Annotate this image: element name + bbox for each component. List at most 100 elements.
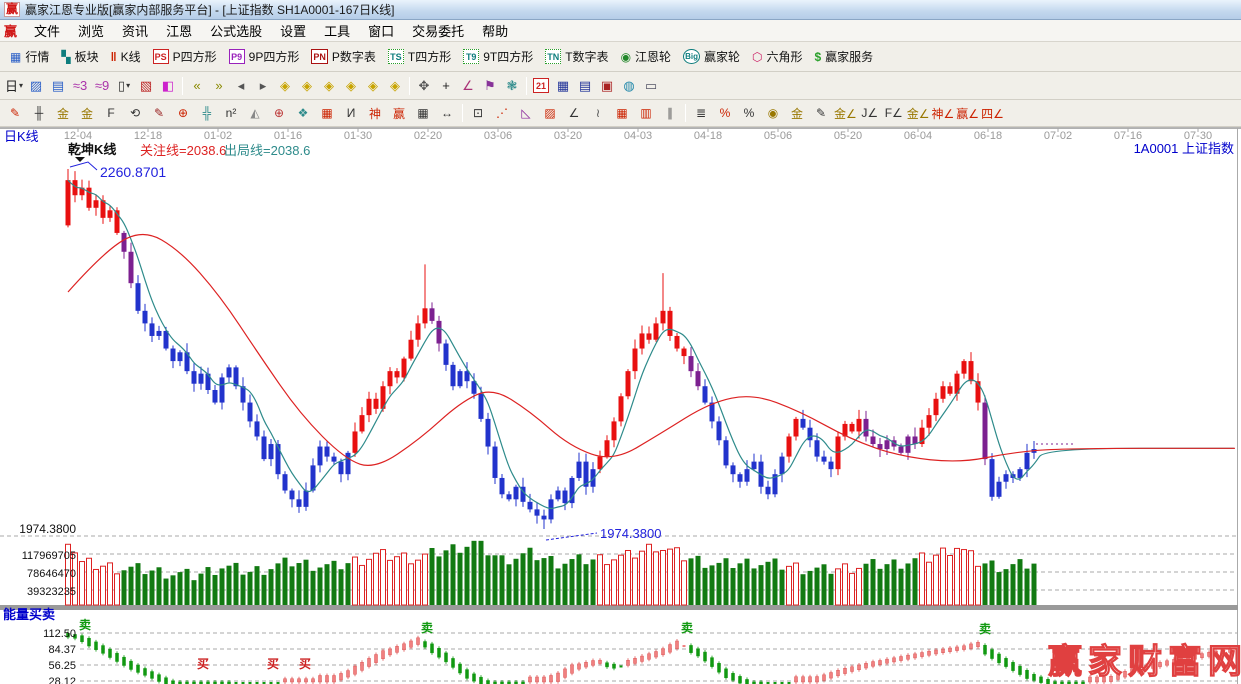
gann-diamond-right-icon[interactable]: ◈ (296, 75, 318, 97)
wave9-icon[interactable]: ≈9 (91, 75, 113, 97)
print-button[interactable]: ▭ (640, 75, 662, 97)
fan-shade-tool[interactable]: ▨ (538, 103, 562, 123)
gold-angle-tool[interactable]: 金∠ (833, 103, 858, 123)
gold2-angle-tool[interactable]: 金∠ (906, 103, 931, 123)
square-n2-tool[interactable]: n² (219, 103, 243, 123)
menu-item-9[interactable]: 帮助 (473, 22, 517, 41)
box-range-tool[interactable]: ⊡ (466, 103, 490, 123)
si-angle-tool[interactable]: 四∠ (980, 103, 1005, 123)
gold-ratio-tool[interactable]: 金 (51, 103, 75, 123)
red-fan-tool[interactable]: ⋰ (490, 103, 514, 123)
j-angle-tool[interactable]: J∠ (858, 103, 882, 123)
volume-profile-icon[interactable]: ◧ (157, 75, 179, 97)
calendar-button[interactable]: 21 (530, 75, 552, 97)
menu-item-0[interactable]: 文件 (25, 22, 69, 41)
brush-tool[interactable]: ✎ (147, 103, 171, 123)
t-square-button[interactable]: TST四方形 (382, 45, 457, 68)
dense-grid-tool[interactable]: ▦ (610, 103, 634, 123)
quotes-button[interactable]: ▦行情 (4, 45, 55, 68)
ink-angle-tool[interactable]: ✎ (809, 103, 833, 123)
f-angle-tool[interactable]: F∠ (882, 103, 906, 123)
spiral-tool[interactable]: ⟲ (123, 103, 147, 123)
goto-first-button[interactable]: « (186, 75, 208, 97)
red-grid-tool[interactable]: ▦ (315, 103, 339, 123)
volume-scale-label: 78646470 (27, 568, 76, 580)
fan-grid-tool[interactable]: ╬ (195, 103, 219, 123)
t-number-button[interactable]: TNT数字表 (539, 45, 614, 68)
chart-area[interactable]: 卖卖卖卖买买买12-0412-1801-0201-1601-3002-2003-… (0, 127, 1241, 684)
menu-item-7[interactable]: 窗口 (359, 22, 403, 41)
indicator-candle (613, 664, 616, 668)
goto-last-button[interactable]: » (208, 75, 230, 97)
angle-ruler-tool[interactable]: ◭ (243, 103, 267, 123)
zigzag-chart-icon[interactable]: ▨ (25, 75, 47, 97)
menu-item-3[interactable]: 江恩 (157, 22, 201, 41)
menu-item-4[interactable]: 公式选股 (201, 22, 271, 41)
gold-grid-tool[interactable]: 金 (75, 103, 99, 123)
gold-line-tool[interactable]: 金 (785, 103, 809, 123)
purple-fan-tool[interactable]: ◺ (514, 103, 538, 123)
wave3-icon[interactable]: ≈3 (69, 75, 91, 97)
p-number-button-icon: PN (311, 49, 328, 64)
width-tool[interactable]: ↔ (435, 103, 459, 123)
page-grid-tool[interactable]: ▥ (634, 103, 658, 123)
kline-button[interactable]: ‖K线 (105, 45, 147, 68)
gold-circle-tool[interactable]: ◉ (761, 103, 785, 123)
n-quote-tool[interactable]: И (339, 103, 363, 123)
kline-chart-canvas[interactable]: 卖卖卖卖买买买12-0412-1801-0201-1601-3002-2003-… (0, 128, 1241, 684)
prev-bar-button[interactable]: ◂ (230, 75, 252, 97)
circle-cross-tool[interactable]: ⊕ (171, 103, 195, 123)
parallel-tool[interactable]: ∥ (658, 103, 682, 123)
bars-tool[interactable]: ≣ (689, 103, 713, 123)
gann-grid-tool[interactable]: ╫ (27, 103, 51, 123)
qiankun-toggle-icon[interactable]: ▧ (135, 75, 157, 97)
wave-line-tool[interactable]: ≀ (586, 103, 610, 123)
shen-tool[interactable]: 神 (363, 103, 387, 123)
clipboard-icon[interactable]: ▤ (47, 75, 69, 97)
menu-item-6[interactable]: 工具 (315, 22, 359, 41)
diary-button[interactable]: ▤ (574, 75, 596, 97)
ruler-grid-tool[interactable]: ▦ (411, 103, 435, 123)
export-web-button[interactable]: ◍ (618, 75, 640, 97)
indicator-candle (116, 653, 119, 661)
gann-diamond-left-icon[interactable]: ◈ (274, 75, 296, 97)
angle-line-button[interactable]: ∠ (457, 75, 479, 97)
save-button[interactable]: ▣ (596, 75, 618, 97)
pencil-tool[interactable]: ✎ (3, 103, 27, 123)
sectors-button[interactable]: ▚板块 (55, 45, 104, 68)
period-day-dropdown[interactable]: 日▾ (3, 75, 25, 97)
hand-tool-button[interactable]: ✥ (413, 75, 435, 97)
gann-diamond-v-icon[interactable]: ◈ (340, 75, 362, 97)
next-bar-button[interactable]: ▸ (252, 75, 274, 97)
gann-diamond-all-icon[interactable]: ◈ (384, 75, 406, 97)
brain-tool-button[interactable]: ❃ (501, 75, 523, 97)
winner-service-button[interactable]: $赢家服务 (808, 45, 879, 68)
p-square-button[interactable]: PSP四方形 (147, 45, 223, 68)
flag-tool-button[interactable]: ⚑ (479, 75, 501, 97)
shen-angle-tool[interactable]: 神∠ (931, 103, 956, 123)
gann-diamond-star-icon[interactable]: ◈ (362, 75, 384, 97)
ying-tool[interactable]: 赢 (387, 103, 411, 123)
menu-item-8[interactable]: 交易委托 (403, 22, 473, 41)
crosshair-button[interactable]: + (435, 75, 457, 97)
winner-wheel-button[interactable]: Big赢家轮 (677, 45, 746, 68)
date-tick-label: 06-18 (974, 130, 1002, 142)
ying-angle-tool[interactable]: 赢∠ (955, 103, 980, 123)
9t-square-button[interactable]: T99T四方形 (457, 45, 539, 68)
9p-square-button[interactable]: P99P四方形 (223, 45, 306, 68)
trend-angle-tool[interactable]: ∠ (562, 103, 586, 123)
menu-item-1[interactable]: 浏览 (69, 22, 113, 41)
calculator-button[interactable]: ▦ (552, 75, 574, 97)
target-tool[interactable]: ⊕ (267, 103, 291, 123)
percent-tool[interactable]: % (737, 103, 761, 123)
gann-wheel-button[interactable]: ◉江恩轮 (615, 45, 678, 68)
menu-item-2[interactable]: 资讯 (113, 22, 157, 41)
web-circle-tool[interactable]: ❖ (291, 103, 315, 123)
fib-tool[interactable]: F (99, 103, 123, 123)
candle-style-dropdown[interactable]: ▯▾ (113, 75, 135, 97)
gann-diamond-h-icon[interactable]: ◈ (318, 75, 340, 97)
p-number-button[interactable]: PNP数字表 (305, 45, 382, 68)
hexagon-button[interactable]: ⬡六角形 (746, 45, 809, 68)
percent-angle-tool[interactable]: % (713, 103, 737, 123)
menu-item-5[interactable]: 设置 (271, 22, 315, 41)
